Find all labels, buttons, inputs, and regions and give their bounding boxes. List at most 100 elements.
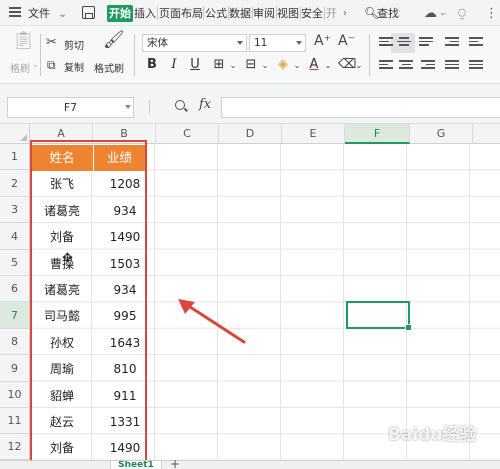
- table-cell-name[interactable]: 貂蝉: [31, 383, 93, 409]
- copy-icon[interactable]: ⧉: [47, 58, 56, 72]
- more-options-icon[interactable]: ⋮: [485, 4, 498, 23]
- file-menu-chevron-icon[interactable]: ⌄: [58, 4, 67, 23]
- align-top-icon[interactable]: [379, 37, 393, 48]
- cut-icon[interactable]: ✂: [46, 36, 57, 50]
- active-cell-f7[interactable]: [346, 301, 412, 331]
- fill-color-chevron-icon[interactable]: ⌄: [290, 61, 304, 70]
- table-cell-value[interactable]: 1490: [94, 435, 156, 461]
- hamburger-menu-icon[interactable]: [9, 7, 21, 17]
- font-color-icon[interactable]: A: [307, 57, 321, 72]
- tab-security[interactable]: 安全: [301, 4, 323, 23]
- row-header-8[interactable]: 8: [0, 329, 30, 355]
- tab-data[interactable]: 数据: [229, 4, 251, 23]
- tab-insert[interactable]: 插入: [134, 4, 156, 23]
- table-cell-value[interactable]: 1503: [94, 251, 156, 277]
- select-all-corner[interactable]: [0, 124, 30, 144]
- row-header-12[interactable]: 12: [0, 434, 30, 460]
- row-header-3[interactable]: 3: [0, 197, 30, 223]
- table-cell-name[interactable]: 司马懿: [31, 303, 93, 329]
- cloud-sync-icon[interactable]: ☁: [424, 4, 437, 23]
- column-header-b[interactable]: B: [93, 124, 156, 144]
- distributed-icon[interactable]: [469, 60, 483, 71]
- tab-view[interactable]: 视图: [277, 4, 299, 23]
- clear-format-icon[interactable]: ⌫: [338, 57, 356, 72]
- zoom-icon[interactable]: [175, 100, 185, 110]
- save-icon[interactable]: [82, 6, 95, 19]
- row-header-4[interactable]: 4: [0, 223, 30, 250]
- fx-icon[interactable]: fx: [199, 97, 211, 112]
- fill-color-icon[interactable]: ◈: [276, 57, 290, 72]
- increase-indent-icon[interactable]: [445, 37, 459, 48]
- table-cell-name[interactable]: 赵云: [31, 409, 93, 435]
- paste-icon[interactable]: 📋︎: [12, 32, 35, 50]
- row-header-1[interactable]: 1: [0, 144, 30, 170]
- merge-cells-icon[interactable]: ⊟: [244, 57, 258, 72]
- font-color-chevron-icon[interactable]: ⌄: [321, 61, 335, 70]
- copy-button[interactable]: 复制: [64, 59, 84, 74]
- table-cell-value[interactable]: 911: [94, 383, 156, 409]
- row-header-11[interactable]: 11: [0, 408, 30, 434]
- table-cell-name[interactable]: 周瑜: [31, 356, 93, 382]
- format-brush-button[interactable]: 格式刷: [94, 60, 124, 75]
- table-cell-value[interactable]: 934: [94, 198, 156, 224]
- row-header-6[interactable]: 6: [0, 276, 30, 302]
- row-header-9[interactable]: 9: [0, 355, 30, 382]
- column-header-e[interactable]: E: [282, 124, 345, 144]
- row-header-10[interactable]: 10: [0, 382, 30, 408]
- column-header-a[interactable]: A: [30, 124, 93, 144]
- column-header-g[interactable]: G: [410, 124, 473, 144]
- row-header-7[interactable]: 7: [0, 302, 30, 329]
- header-cell-name[interactable]: 姓名: [31, 145, 93, 171]
- grow-font-button[interactable]: A⁺: [314, 34, 331, 48]
- add-sheet-button[interactable]: +: [170, 458, 180, 469]
- align-left-icon[interactable]: [379, 60, 393, 71]
- name-box-chevron-icon[interactable]: [125, 105, 131, 109]
- border-icon[interactable]: ⊞: [212, 57, 226, 72]
- italic-button[interactable]: I: [167, 57, 181, 72]
- table-cell-name[interactable]: 诸葛亮: [31, 277, 93, 303]
- row-header-2[interactable]: 2: [0, 170, 30, 197]
- tab-page-layout[interactable]: 页面布局: [159, 4, 203, 23]
- table-cell-name[interactable]: 孙权: [31, 330, 93, 356]
- table-cell-value[interactable]: 1643: [94, 330, 156, 356]
- search-button[interactable]: 查找: [377, 4, 399, 23]
- share-icon[interactable]: ⍜: [458, 4, 466, 23]
- column-header-c[interactable]: C: [156, 124, 219, 144]
- table-cell-name[interactable]: 诸葛亮: [31, 198, 93, 224]
- table-cell-value[interactable]: 1208: [94, 171, 156, 197]
- table-cell-name[interactable]: 张飞: [31, 171, 93, 197]
- justify-icon[interactable]: [445, 60, 459, 71]
- tab-overflow[interactable]: 开: [326, 4, 337, 23]
- merge-chevron-icon[interactable]: ⌄: [258, 61, 272, 70]
- font-name-select[interactable]: 宋体: [142, 34, 247, 52]
- tab-formulas[interactable]: 公式: [205, 4, 227, 23]
- column-header-f[interactable]: F: [345, 124, 410, 144]
- bold-button[interactable]: B: [145, 57, 159, 72]
- font-size-select[interactable]: 11: [249, 34, 306, 52]
- sheet-tab-sheet1[interactable]: Sheet1: [110, 461, 162, 469]
- decrease-indent-icon[interactable]: [469, 37, 483, 48]
- align-center-icon[interactable]: [399, 60, 413, 71]
- border-chevron-icon[interactable]: ⌄: [226, 61, 240, 70]
- column-header-d[interactable]: D: [219, 124, 282, 144]
- underline-button[interactable]: U: [188, 57, 202, 72]
- formula-input[interactable]: [221, 97, 500, 118]
- table-cell-value[interactable]: 1331: [94, 409, 156, 435]
- table-cell-value[interactable]: 995: [94, 303, 156, 329]
- clear-chevron-icon[interactable]: ⌄: [352, 61, 366, 70]
- table-cell-name[interactable]: 刘备: [31, 435, 93, 461]
- name-box[interactable]: F7: [7, 97, 134, 118]
- file-menu[interactable]: 文件: [28, 4, 50, 23]
- table-cell-value[interactable]: 810: [94, 356, 156, 382]
- table-cell-name[interactable]: 刘备: [31, 224, 93, 250]
- tab-scroll-right-icon[interactable]: ›: [343, 4, 347, 23]
- table-cell-value[interactable]: 934: [94, 277, 156, 303]
- format-brush-icon[interactable]: 🖌︎: [103, 32, 125, 49]
- cloud-chevron-icon[interactable]: ⌄: [439, 4, 447, 23]
- column-header-h[interactable]: [473, 124, 500, 144]
- paste-chevron-icon[interactable]: ⌄: [32, 60, 39, 69]
- shrink-font-button[interactable]: A⁻: [338, 34, 355, 48]
- table-cell-value[interactable]: 1490: [94, 224, 156, 250]
- align-middle-icon[interactable]: [397, 37, 411, 48]
- align-bottom-icon[interactable]: [419, 37, 433, 48]
